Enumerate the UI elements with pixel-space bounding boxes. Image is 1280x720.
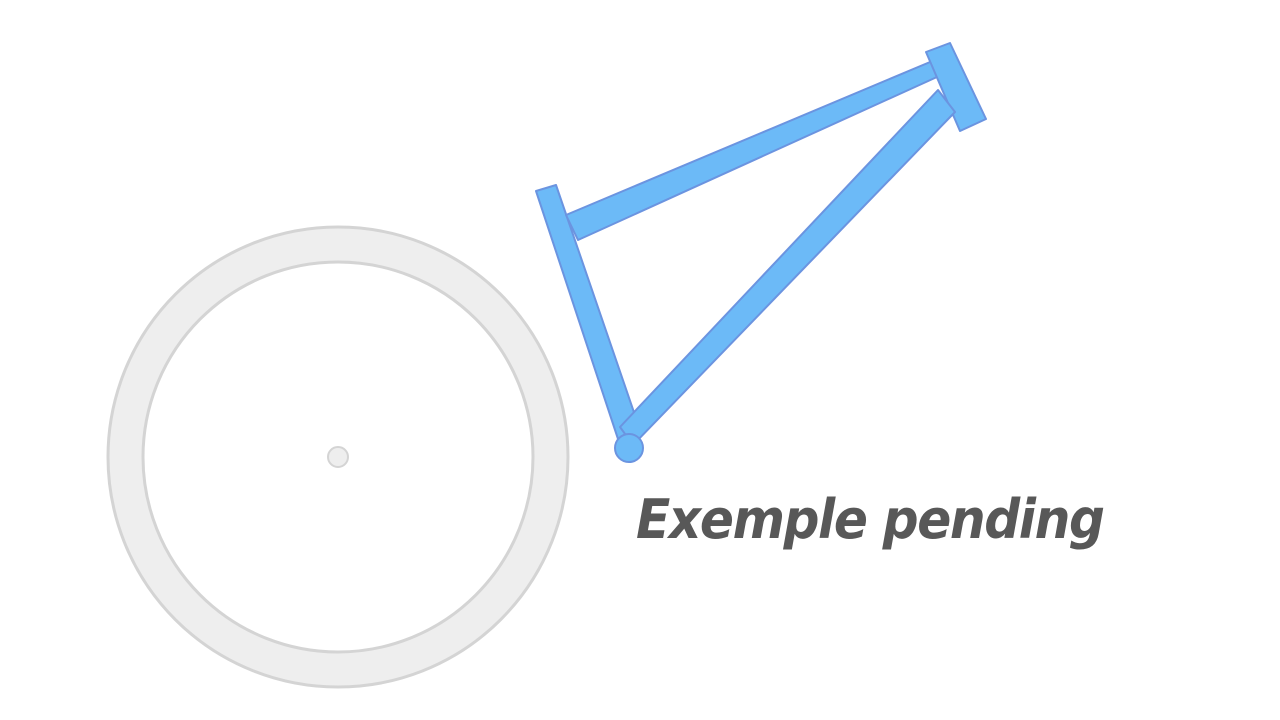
- bottom-bracket: [614, 433, 644, 463]
- status-label: Exemple pending: [636, 488, 1105, 551]
- wheel-hub: [327, 446, 349, 468]
- bike-frame: [535, 42, 987, 463]
- bike-illustration: [106, 42, 987, 689]
- canvas: Exemple pending: [0, 0, 1280, 720]
- wheel: [106, 225, 570, 689]
